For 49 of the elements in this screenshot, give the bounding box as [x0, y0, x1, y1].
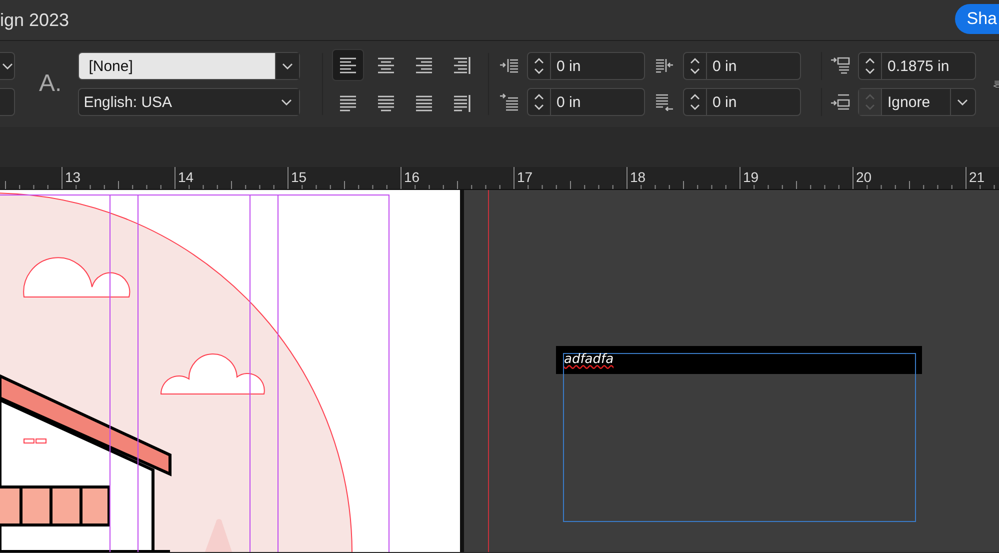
- ruler-label: 13: [65, 169, 81, 185]
- text-frame[interactable]: [563, 353, 916, 522]
- frame-text: adfadfa: [564, 352, 614, 367]
- ruler-label: 15: [291, 169, 307, 185]
- align-lines-icon: [453, 94, 472, 112]
- indent-icon: [830, 57, 850, 75]
- align-lines-icon: [377, 94, 396, 112]
- indent-icon: [498, 93, 518, 111]
- window-title: ign 2023: [0, 10, 70, 30]
- chevron-down-icon: [957, 98, 968, 106]
- language-dropdown[interactable]: English: USA: [78, 88, 300, 116]
- indent-icon: [654, 93, 674, 111]
- character-style-icon: A.: [39, 70, 62, 98]
- dropdown[interactable]: [0, 52, 15, 80]
- ruler-label: 16: [404, 169, 420, 185]
- align-lines-icon: [377, 56, 396, 74]
- align-button[interactable]: [332, 49, 364, 81]
- ruler-label: 18: [630, 169, 646, 185]
- indent-icon: [654, 57, 674, 75]
- chevron-down-icon: [281, 98, 292, 106]
- align-lines-icon: [339, 94, 358, 112]
- ruler-label: 17: [517, 169, 533, 185]
- ruler-label: 14: [178, 169, 194, 185]
- align-lines-icon: [339, 56, 358, 74]
- up-down-chevron-icon: [864, 56, 876, 76]
- ruler-label: 21: [969, 169, 985, 185]
- up-down-chevron-icon: [532, 56, 544, 76]
- indent-icon: [830, 93, 850, 111]
- paragraph-style-dropdown[interactable]: [None]: [78, 52, 300, 80]
- chevron-down-icon: [2, 62, 12, 70]
- align-lines-icon: [415, 94, 434, 112]
- up-down-chevron-icon: [864, 92, 876, 112]
- number-field[interactable]: 0.1875 in: [858, 52, 976, 80]
- up-down-chevron-icon: [688, 92, 700, 112]
- input-field[interactable]: [0, 88, 15, 116]
- up-down-chevron-icon: [688, 56, 700, 76]
- number-field[interactable]: 0 in: [526, 52, 644, 80]
- number-field[interactable]: 0 in: [682, 52, 800, 80]
- chevron-down-icon: [282, 62, 293, 70]
- dropdown[interactable]: Ignore: [858, 88, 976, 116]
- ruler-label: 19: [743, 169, 759, 185]
- indent-icon: [498, 57, 518, 75]
- ruler-label: 20: [856, 169, 872, 185]
- number-field[interactable]: 0 in: [682, 88, 800, 116]
- share-button[interactable]: Sha: [954, 4, 999, 34]
- align-lines-icon: [453, 56, 472, 74]
- number-field[interactable]: 0 in: [526, 88, 644, 116]
- up-down-chevron-icon: [532, 92, 544, 112]
- align-lines-icon: [415, 56, 434, 74]
